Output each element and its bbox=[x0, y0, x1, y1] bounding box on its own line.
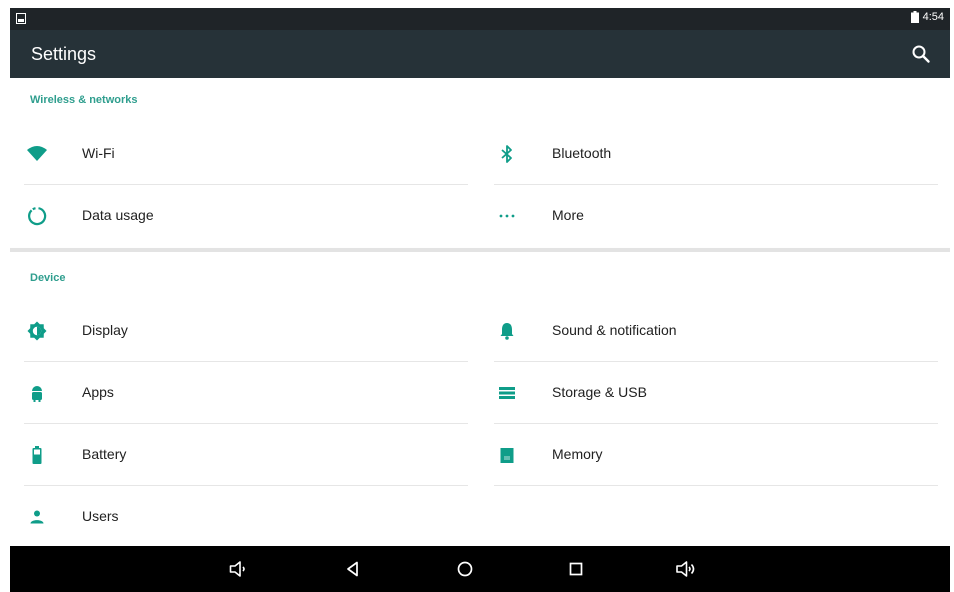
user-icon bbox=[30, 510, 44, 524]
navigation-bar bbox=[10, 546, 950, 592]
display-icon bbox=[27, 321, 47, 341]
status-time: 4:54 bbox=[922, 11, 944, 23]
tile-label: More bbox=[552, 207, 584, 223]
screenshot-notification-icon bbox=[16, 13, 26, 24]
status-bar: 4:54 bbox=[10, 8, 950, 30]
android-icon bbox=[32, 386, 42, 402]
section-header-wireless: Wireless & networks bbox=[30, 94, 138, 106]
tile-battery[interactable]: Battery bbox=[10, 424, 480, 486]
tile-divider bbox=[494, 485, 938, 486]
status-right: 4:54 bbox=[910, 11, 944, 23]
tile-wifi[interactable]: Wi-Fi bbox=[10, 123, 480, 185]
section-header-device: Device bbox=[30, 272, 66, 284]
action-bar: Settings bbox=[10, 30, 950, 78]
tile-label: Wi-Fi bbox=[82, 145, 115, 161]
page-title: Settings bbox=[31, 44, 97, 64]
tile-display[interactable]: Display bbox=[10, 300, 480, 362]
tile-label: Bluetooth bbox=[552, 145, 612, 161]
settings-screen: 4:54 Settings Wireless & networks Wi-Fi bbox=[10, 8, 950, 592]
tile-label: Memory bbox=[552, 446, 603, 462]
search-icon[interactable] bbox=[910, 43, 932, 65]
tile-label: Data usage bbox=[82, 207, 154, 223]
volume-down-icon[interactable] bbox=[227, 557, 251, 581]
more-icon bbox=[499, 214, 515, 218]
tile-label: Battery bbox=[82, 446, 127, 462]
section-wireless-networks: Wireless & networks Wi-Fi Bluetooth Data… bbox=[10, 78, 950, 248]
tile-memory[interactable]: Memory bbox=[480, 424, 950, 486]
home-icon[interactable] bbox=[453, 557, 477, 581]
tile-storage-usb[interactable]: Storage & USB bbox=[480, 362, 950, 424]
bell-icon bbox=[500, 323, 514, 340]
volume-up-icon[interactable] bbox=[675, 557, 699, 581]
tile-label: Display bbox=[82, 322, 128, 338]
section-device: Device Display Sound & notification Apps… bbox=[10, 252, 950, 546]
battery-icon bbox=[910, 11, 919, 23]
bluetooth-icon bbox=[501, 145, 512, 163]
tile-label: Apps bbox=[82, 384, 114, 400]
tile-more[interactable]: More bbox=[480, 185, 950, 247]
tile-label: Sound & notification bbox=[552, 322, 677, 338]
tile-apps[interactable]: Apps bbox=[10, 362, 480, 424]
back-icon[interactable] bbox=[341, 557, 365, 581]
recents-icon[interactable] bbox=[564, 557, 588, 581]
tile-label: Users bbox=[82, 508, 119, 524]
tile-bluetooth[interactable]: Bluetooth bbox=[480, 123, 950, 185]
battery-icon bbox=[32, 446, 42, 464]
memory-icon bbox=[500, 448, 514, 463]
data-usage-icon bbox=[28, 207, 47, 226]
storage-icon bbox=[499, 387, 515, 399]
tile-sound-notification[interactable]: Sound & notification bbox=[480, 300, 950, 362]
tile-data-usage[interactable]: Data usage bbox=[10, 185, 480, 247]
tile-users[interactable]: Users bbox=[10, 486, 480, 548]
tile-label: Storage & USB bbox=[552, 384, 647, 400]
wifi-icon bbox=[27, 146, 47, 161]
settings-content: Wireless & networks Wi-Fi Bluetooth Data… bbox=[10, 78, 950, 546]
